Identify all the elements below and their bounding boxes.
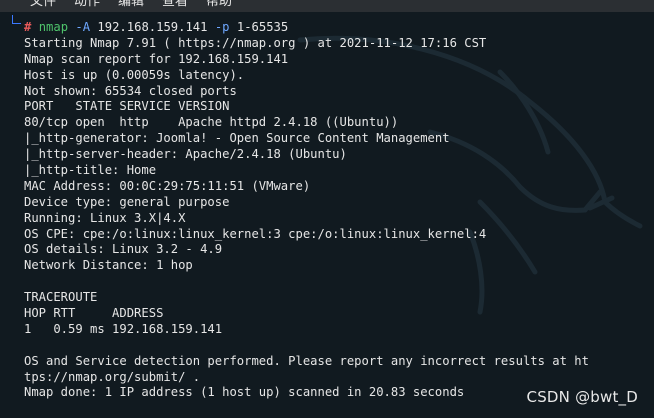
output-line: Running: Linux 3.X|4.X [24, 210, 186, 225]
menu-file[interactable]: 文件 [30, 0, 56, 10]
flag-p: -p [214, 20, 230, 34]
output-line: OS and Service detection performed. Plea… [24, 353, 589, 368]
output-line: PORT STATE SERVICE VERSION [24, 99, 230, 114]
output-line: 80/tcp open http Apache httpd 2.4.18 ((U… [24, 115, 399, 130]
output-line: |_http-generator: Joomla! - Open Source … [24, 131, 450, 146]
output-line: tps://nmap.org/submit/ . [24, 369, 201, 384]
terminal-output: Starting Nmap 7.91 ( https://nmap.org ) … [24, 36, 654, 401]
output-line: HOP RTT ADDRESS [24, 306, 164, 321]
output-line: OS details: Linux 3.2 - 4.9 [24, 242, 223, 257]
output-line: MAC Address: 00:0C:29:75:11:51 (VMware) [24, 178, 311, 193]
port-range: 1-65535 [236, 20, 289, 34]
menu-view[interactable]: 查看 [162, 0, 188, 10]
output-line: Starting Nmap 7.91 ( https://nmap.org ) … [24, 35, 487, 50]
output-line: |_http-server-header: Apache/2.4.18 (Ubu… [24, 147, 347, 162]
output-line: 1 0.59 ms 192.168.159.141 [24, 321, 223, 336]
output-line: Device type: general purpose [24, 194, 230, 209]
menu-edit[interactable]: 编辑 [118, 0, 144, 10]
menu-bar: 文件 动作 编辑 查看 帮助 [0, 0, 654, 12]
prompt-symbol: # [24, 20, 32, 34]
output-line: TRACEROUTE [24, 290, 98, 305]
terminal-window[interactable]: # nmap -A 192.168.159.141 -p 1-65535 Sta… [0, 12, 654, 418]
prompt-connector-icon [12, 15, 21, 24]
flag-a: -A [75, 20, 91, 34]
output-line: OS CPE: cpe:/o:linux:linux_kernel:3 cpe:… [24, 226, 487, 241]
output-line: Host is up (0.00059s latency). [24, 67, 245, 82]
csdn-watermark: CSDN @bwt_D [526, 388, 638, 406]
target-ip: 192.168.159.141 [97, 20, 208, 34]
output-line: Not shown: 65534 closed ports [24, 83, 237, 98]
command-name: nmap [38, 20, 69, 34]
command-line[interactable]: # nmap -A 192.168.159.141 -p 1-65535 [24, 20, 288, 36]
menu-action[interactable]: 动作 [74, 0, 100, 10]
output-line: Nmap scan report for 192.168.159.141 [24, 51, 289, 66]
menu-help[interactable]: 帮助 [206, 0, 232, 10]
output-line: |_http-title: Home [24, 163, 157, 178]
output-line: Network Distance: 1 hop [24, 258, 193, 273]
